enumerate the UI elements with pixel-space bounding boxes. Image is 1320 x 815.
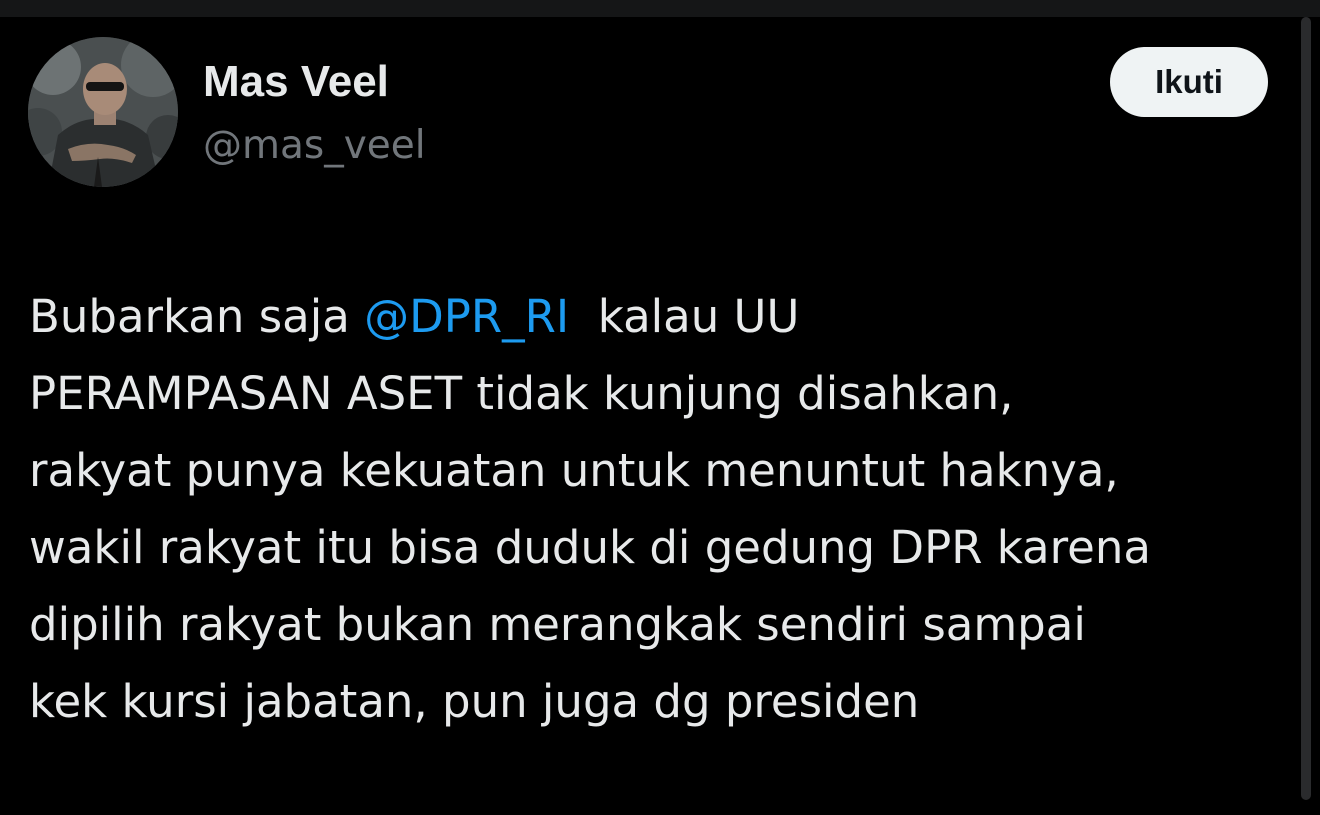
follow-button[interactable]: Ikuti — [1110, 47, 1268, 117]
avatar[interactable] — [28, 37, 178, 187]
scrollbar[interactable] — [1301, 17, 1311, 800]
tweet-text-segment: Bubarkan saja — [29, 290, 365, 343]
user-handle[interactable]: @mas_veel — [203, 122, 426, 170]
tweet-line: PERAMPASAN ASET tidak kunjung disahkan, — [29, 367, 1014, 420]
mention-link[interactable]: @DPR_RI — [364, 290, 569, 343]
tweet-line: rakyat punya kekuatan untuk menuntut hak… — [29, 444, 1119, 497]
tweet-line: Bubarkan saja @DPR_RI kalau UU — [29, 278, 1294, 355]
top-status-bar — [0, 0, 1320, 17]
tweet-line: dipilih rakyat bukan merangkak sendiri s… — [29, 598, 1086, 651]
display-name[interactable]: Mas Veel — [203, 56, 389, 108]
tweet-text: Bubarkan saja @DPR_RI kalau UU PERAMPASA… — [29, 278, 1294, 740]
avatar-photo — [28, 37, 178, 187]
tweet-text-segment: kalau UU — [569, 290, 800, 343]
tweet-line: wakil rakyat itu bisa duduk di gedung DP… — [29, 521, 1151, 574]
tweet-line: kek kursi jabatan, pun juga dg presiden — [29, 675, 920, 728]
